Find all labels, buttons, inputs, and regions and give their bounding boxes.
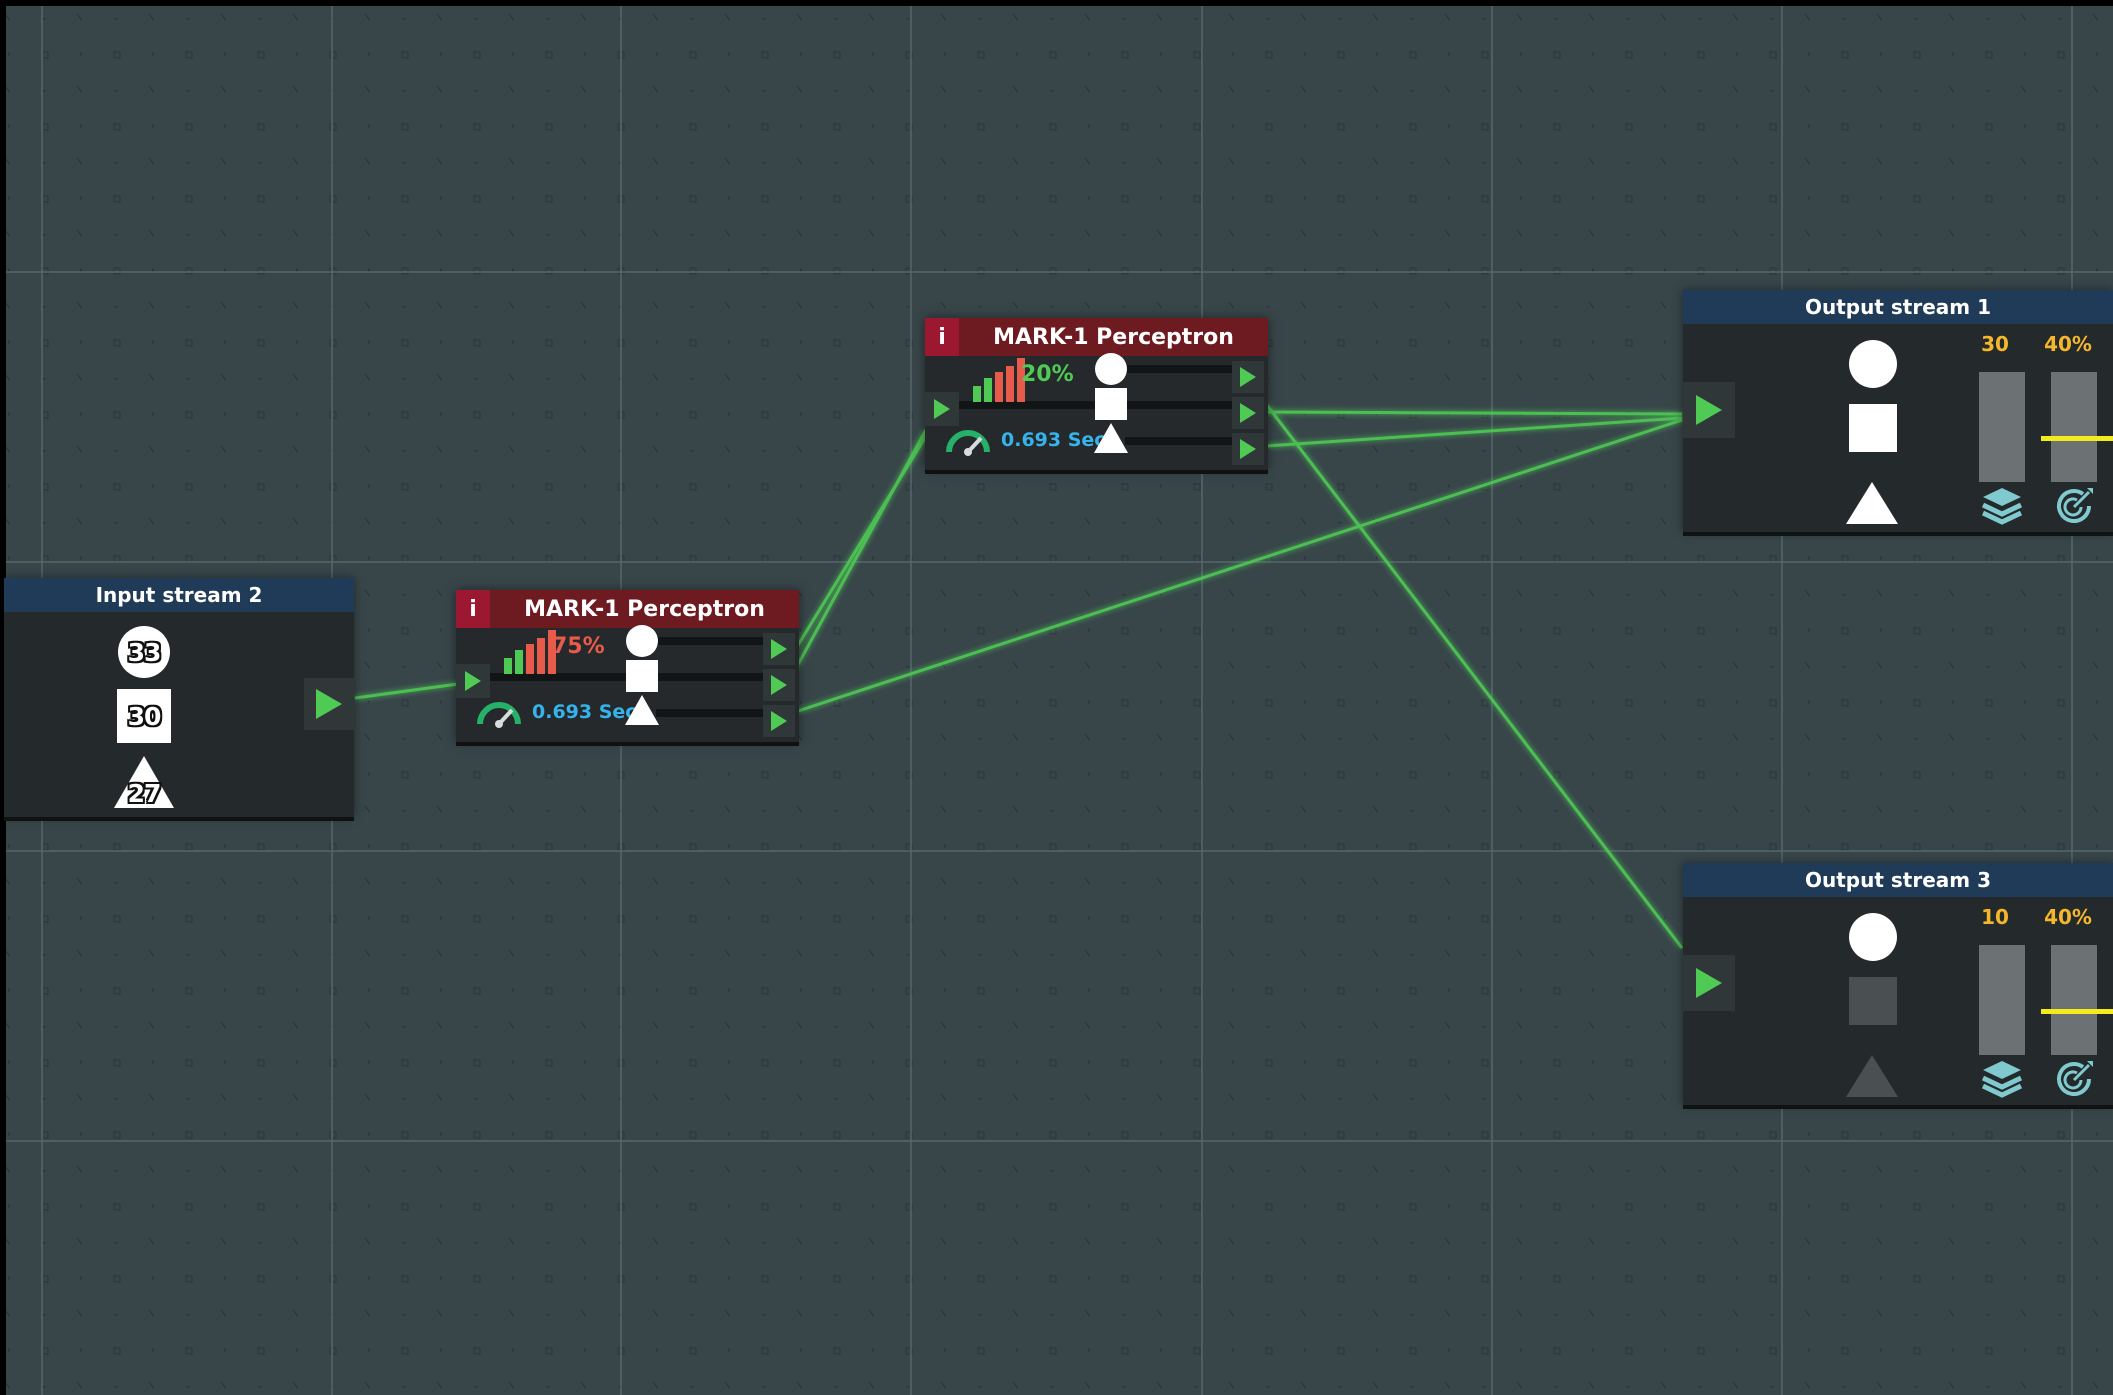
output-3-count: 10 bbox=[1981, 905, 2009, 929]
perceptron-b-accuracy: 20% bbox=[1021, 362, 1074, 387]
triangle-track bbox=[656, 709, 768, 717]
output-stream-1-input-port[interactable] bbox=[1683, 382, 1735, 438]
perceptron-a-input-port[interactable] bbox=[456, 664, 490, 698]
perceptron-b-triangle-output-port[interactable] bbox=[1232, 433, 1264, 465]
output-3-square-slot bbox=[1843, 973, 1903, 1029]
perceptron-b-square-output-port[interactable] bbox=[1232, 397, 1264, 429]
circle-track bbox=[1125, 365, 1237, 373]
input-triangle-shape: 27 bbox=[112, 750, 176, 812]
layers-icon bbox=[1981, 488, 2023, 525]
bar-chart-icon bbox=[504, 630, 556, 674]
play-arrow-icon bbox=[465, 671, 481, 691]
bar-chart-icon bbox=[973, 358, 1025, 402]
play-arrow-icon bbox=[1240, 367, 1256, 387]
perceptron-a-accuracy: 75% bbox=[552, 634, 605, 659]
play-arrow-icon bbox=[771, 639, 787, 659]
output-stream-1-panel[interactable]: Output stream 1 30 40% bbox=[1683, 290, 2113, 532]
perceptron-b-circle-output-port[interactable] bbox=[1232, 361, 1264, 393]
speedometer-icon bbox=[477, 702, 521, 728]
output-1-count-bar bbox=[1979, 372, 2025, 482]
perceptron-b-info-button[interactable]: i bbox=[925, 318, 959, 356]
perceptron-a-body: 75% 0.693 Sec bbox=[456, 625, 799, 742]
output-3-target-bar bbox=[2051, 945, 2097, 1055]
output-stream-1-title: Output stream 1 bbox=[1683, 290, 2113, 324]
input-stream-title: Input stream 2 bbox=[4, 578, 354, 612]
perceptron-b-node[interactable]: i MARK-1 Perceptron 20% 0.693 Sec bbox=[925, 318, 1268, 470]
layers-icon bbox=[1981, 1061, 2023, 1098]
play-arrow-icon bbox=[934, 399, 950, 419]
play-arrow-icon bbox=[1240, 403, 1256, 423]
perceptron-a-title: MARK-1 Perceptron bbox=[524, 596, 765, 622]
perceptron-b-square-shape bbox=[1095, 388, 1127, 420]
output-3-threshold-marker bbox=[2041, 1009, 2113, 1014]
perceptron-b-title: MARK-1 Perceptron bbox=[993, 324, 1234, 350]
output-1-triangle-slot bbox=[1846, 482, 1898, 524]
output-1-circle-slot bbox=[1843, 336, 1903, 392]
output-1-square-slot bbox=[1843, 400, 1903, 456]
output-stream-3-title: Output stream 3 bbox=[1683, 863, 2113, 897]
perceptron-a-info-button[interactable]: i bbox=[456, 590, 490, 628]
input-triangle-count: 27 bbox=[127, 778, 162, 808]
output-stream-3-input-port[interactable] bbox=[1683, 955, 1735, 1011]
play-arrow-icon bbox=[1696, 395, 1722, 425]
perceptron-a-square-output-port[interactable] bbox=[763, 669, 795, 701]
perceptron-b-input-port[interactable] bbox=[925, 392, 959, 426]
perceptron-b-body: 20% 0.693 Sec bbox=[925, 353, 1268, 470]
input-stream-2-panel[interactable]: Input stream 2 33 30 27 bbox=[4, 578, 354, 817]
output-3-target: 40% bbox=[2044, 905, 2092, 929]
play-arrow-icon bbox=[771, 675, 787, 695]
target-icon bbox=[2057, 488, 2093, 523]
play-arrow-icon bbox=[1240, 439, 1256, 459]
output-1-count: 30 bbox=[1981, 332, 2009, 356]
play-arrow-icon bbox=[316, 689, 342, 719]
input-circle-shape: 33 bbox=[114, 622, 174, 682]
input-square-shape: 30 bbox=[114, 686, 174, 746]
output-stream-3-panel[interactable]: Output stream 3 10 40% bbox=[1683, 863, 2113, 1105]
play-arrow-icon bbox=[1696, 968, 1722, 998]
perceptron-b-circle-shape bbox=[1095, 353, 1127, 385]
perceptron-a-triangle-output-port[interactable] bbox=[763, 705, 795, 737]
output-3-triangle-slot bbox=[1846, 1055, 1898, 1097]
input-circle-count: 33 bbox=[127, 637, 162, 667]
output-1-threshold-marker bbox=[2041, 436, 2113, 441]
output-3-count-bar bbox=[1979, 945, 2025, 1055]
play-arrow-icon bbox=[771, 711, 787, 731]
perceptron-a-node[interactable]: i MARK-1 Perceptron 75% 0.693 Sec bbox=[456, 590, 799, 742]
output-1-target: 40% bbox=[2044, 332, 2092, 356]
perceptron-a-triangle-shape bbox=[625, 695, 659, 725]
perceptron-b-triangle-shape bbox=[1094, 423, 1128, 453]
output-3-circle-slot bbox=[1843, 909, 1903, 965]
circle-track bbox=[656, 637, 768, 645]
wire-perceptron-b-square-to-out1 bbox=[1265, 410, 1683, 416]
perceptron-a-speed: 0.693 Sec bbox=[532, 701, 637, 723]
output-1-target-bar bbox=[2051, 372, 2097, 482]
target-icon bbox=[2057, 1061, 2093, 1096]
perceptron-a-circle-output-port[interactable] bbox=[763, 633, 795, 665]
perceptron-a-circle-shape bbox=[626, 625, 658, 657]
perceptron-b-speed: 0.693 Sec bbox=[1001, 429, 1106, 451]
input-stream-output-port[interactable] bbox=[304, 678, 354, 730]
speedometer-icon bbox=[946, 430, 990, 456]
perceptron-a-square-shape bbox=[626, 660, 658, 692]
input-square-count: 30 bbox=[127, 701, 162, 731]
triangle-track bbox=[1125, 437, 1237, 445]
